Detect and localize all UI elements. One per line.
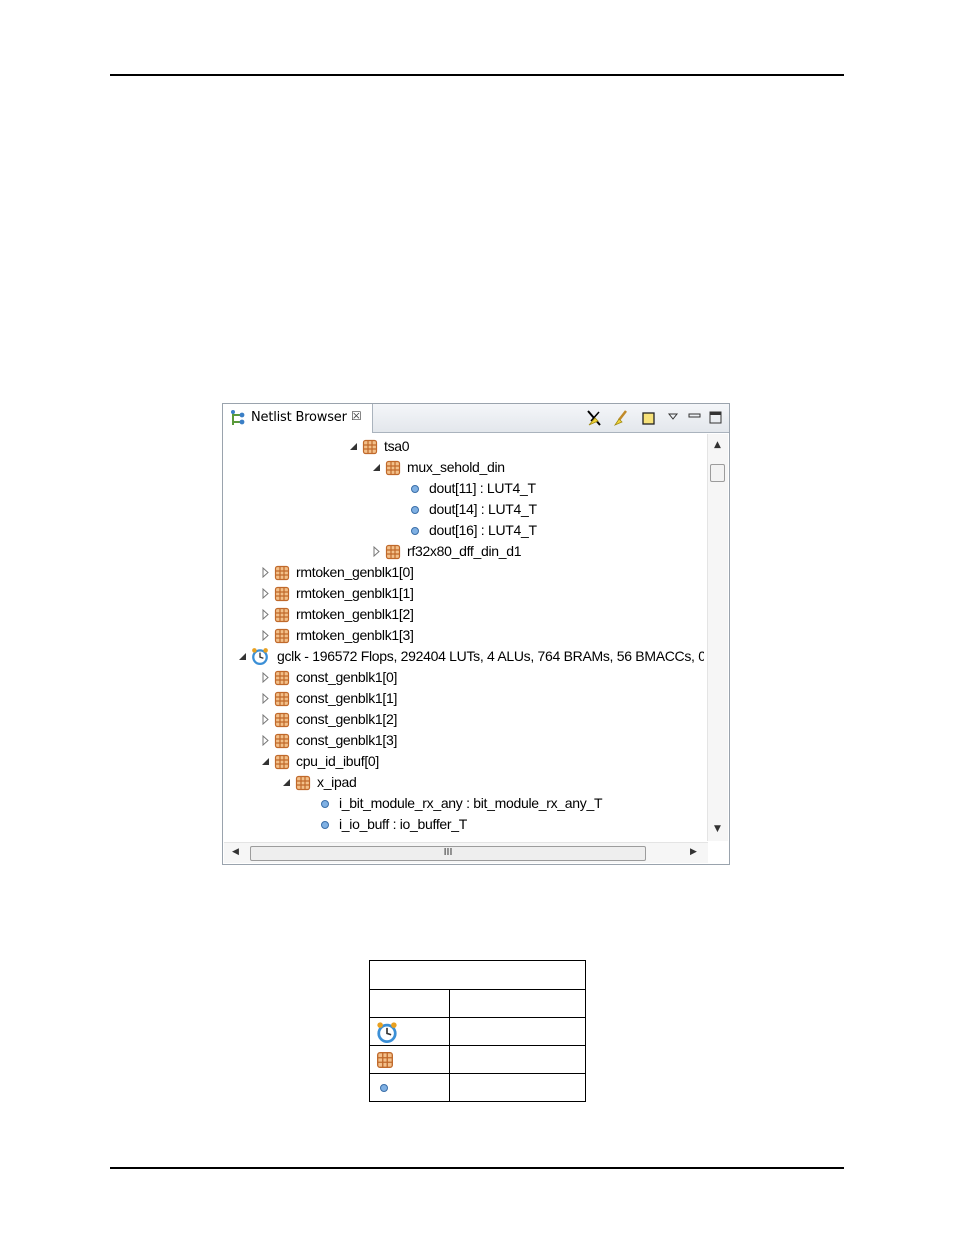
select-box-icon[interactable] — [640, 409, 658, 427]
module-icon — [385, 460, 401, 476]
netlist-browser-panel: Netlist Browser ☒ tsa0 mux_sehold_dindout… — [222, 403, 730, 865]
netlist-tree[interactable]: tsa0 mux_sehold_din dout[11] : LUT4_T dout[… — [224, 434, 704, 841]
tree-row-label: rmtoken_genblk1[3] — [296, 627, 414, 643]
module-icon — [274, 712, 290, 728]
scroll-right-icon[interactable]: ▶ — [690, 847, 697, 857]
tree-row-label: i_io_buff : io_buffer_T — [339, 816, 468, 832]
maximize-icon[interactable] — [707, 409, 725, 427]
tree-row-label: i_bit_module_rx_any : bit_module_rx_any_… — [339, 795, 603, 811]
module-icon — [377, 1051, 393, 1068]
expanded-arrow-icon[interactable] — [238, 646, 248, 667]
expanded-arrow-icon[interactable] — [349, 436, 359, 457]
instance-icon — [407, 502, 423, 518]
collapsed-arrow-icon[interactable] — [261, 562, 271, 583]
view-titlebar: Netlist Browser ☒ — [223, 404, 729, 433]
tab-netlist-browser[interactable]: Netlist Browser ☒ — [223, 404, 373, 433]
tree-row-label: gclk - 196572 Flops, 292404 LUTs, 4 ALUs… — [277, 648, 704, 664]
legend-header-icon — [369, 989, 450, 1018]
module-icon — [274, 628, 290, 644]
collapsed-arrow-icon[interactable] — [261, 667, 271, 688]
footer-rule — [110, 1167, 844, 1169]
tree-row-label: const_genblk1[2] — [296, 711, 398, 727]
horizontal-scroll-thumb[interactable]: III — [250, 846, 646, 861]
tree-row-label: const_genblk1[1] — [296, 690, 398, 706]
legend-title — [369, 960, 586, 990]
tree-row-label: rf32x80_dff_din_d1 — [407, 543, 522, 559]
tree-row-label: rmtoken_genblk1[0] — [296, 564, 414, 580]
collapsed-arrow-icon[interactable] — [261, 604, 271, 625]
instance-icon — [407, 481, 423, 497]
tab-label: Netlist Browser — [251, 410, 347, 425]
scroll-down-icon[interactable]: ▼ — [714, 824, 721, 834]
tree-row-label: const_genblk1[0] — [296, 669, 398, 685]
instance-icon — [407, 523, 423, 539]
tree-row-label: rmtoken_genblk1[2] — [296, 606, 414, 622]
netlist-tree-icon — [231, 410, 245, 425]
legend-row-instance — [369, 1073, 450, 1102]
collapsed-arrow-icon[interactable] — [261, 688, 271, 709]
icon-legend-table — [369, 960, 586, 1102]
clear-filter-icon[interactable] — [585, 409, 603, 427]
legend-row-clock-text — [449, 1017, 586, 1046]
instance-icon — [317, 817, 333, 833]
legend-row-module-text — [449, 1045, 586, 1074]
close-icon[interactable]: ☒ — [351, 409, 362, 423]
instance-icon — [380, 1083, 388, 1092]
legend-header-description — [449, 989, 586, 1018]
tree-row-label: x_ipad — [317, 774, 357, 790]
tree-row-label: rmtoken_genblk1[1] — [296, 585, 414, 601]
tree-row-label: dout[16] : LUT4_T — [429, 522, 537, 538]
legend-row-module — [369, 1045, 450, 1074]
header-rule — [110, 74, 844, 76]
clock-icon — [251, 647, 268, 665]
vertical-scrollbar[interactable]: ▲ ▼ — [707, 434, 728, 841]
expanded-arrow-icon[interactable] — [282, 772, 292, 793]
legend-row-clock — [369, 1017, 450, 1046]
module-icon — [274, 754, 290, 770]
collapsed-arrow-icon[interactable] — [261, 709, 271, 730]
module-icon — [385, 544, 401, 560]
tree-row-label: const_genblk1[3] — [296, 732, 398, 748]
highlight-icon[interactable] — [612, 409, 630, 427]
module-icon — [362, 439, 378, 455]
clock-icon — [377, 1021, 397, 1043]
horizontal-scrollbar[interactable]: ◀ III ▶ — [224, 842, 708, 863]
instance-icon — [317, 796, 333, 812]
module-icon — [274, 565, 290, 581]
scroll-grip: III — [443, 847, 453, 858]
tree-row-label: dout[14] : LUT4_T — [429, 501, 537, 517]
collapsed-arrow-icon[interactable] — [261, 730, 271, 751]
module-icon — [274, 691, 290, 707]
module-icon — [274, 607, 290, 623]
module-icon — [295, 775, 311, 791]
tree-row-label: dout[11] : LUT4_T — [429, 480, 536, 496]
tree-row-label: mux_sehold_din — [407, 459, 505, 475]
module-icon — [274, 586, 290, 602]
scroll-up-icon[interactable]: ▲ — [714, 440, 721, 450]
module-icon — [274, 670, 290, 686]
expanded-arrow-icon[interactable] — [261, 751, 271, 772]
collapsed-arrow-icon[interactable] — [261, 583, 271, 604]
expanded-arrow-icon[interactable] — [372, 457, 382, 478]
collapsed-arrow-icon[interactable] — [372, 541, 382, 562]
minimize-icon[interactable] — [686, 409, 704, 427]
collapsed-arrow-icon[interactable] — [261, 625, 271, 646]
module-icon — [274, 733, 290, 749]
view-menu-icon[interactable] — [665, 409, 683, 427]
tree-row-label: cpu_id_ibuf[0] — [296, 753, 379, 769]
scroll-left-icon[interactable]: ◀ — [232, 847, 239, 857]
legend-row-instance-text — [449, 1073, 586, 1102]
vertical-scroll-thumb[interactable] — [710, 464, 725, 482]
tree-row-label: tsa0 — [384, 438, 410, 454]
